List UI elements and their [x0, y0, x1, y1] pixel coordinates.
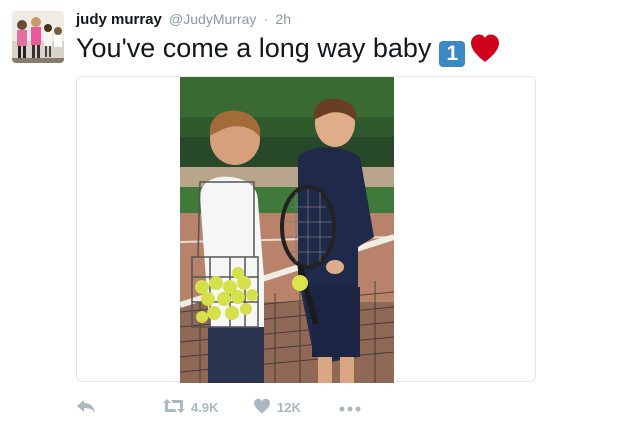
timestamp[interactable]: 2h — [275, 11, 291, 27]
tweet-photo[interactable] — [180, 77, 394, 383]
reply-button[interactable] — [76, 395, 96, 419]
retweet-button[interactable]: 4.9K — [163, 395, 218, 419]
reply-icon — [76, 398, 96, 417]
like-count: 12K — [277, 399, 301, 415]
keycap-one-emoji: 1 — [439, 41, 466, 67]
separator: · — [263, 11, 269, 27]
author-name[interactable]: judy murray — [76, 11, 162, 28]
avatar-photo — [12, 11, 64, 63]
author-handle[interactable]: @JudyMurray — [169, 11, 256, 27]
avatar[interactable] — [12, 11, 64, 63]
tennis-photo — [180, 77, 394, 383]
retweet-icon — [163, 398, 185, 417]
more-icon — [339, 400, 361, 415]
heart-icon — [253, 398, 271, 417]
like-button[interactable]: 12K — [253, 395, 301, 419]
tweet-text-body: You've come a long way baby — [76, 33, 432, 63]
tweet-text: You've come a long way baby 1 — [76, 30, 501, 72]
tweet: judy murray @JudyMurray · 2h You've come… — [0, 0, 640, 426]
tweet-header: judy murray @JudyMurray · 2h — [76, 9, 291, 30]
red-heart-emoji — [469, 33, 501, 72]
retweet-count: 4.9K — [191, 399, 219, 415]
tweet-actions: 4.9K 12K — [76, 395, 476, 419]
media-card[interactable] — [76, 76, 536, 383]
more-button[interactable] — [339, 395, 361, 419]
